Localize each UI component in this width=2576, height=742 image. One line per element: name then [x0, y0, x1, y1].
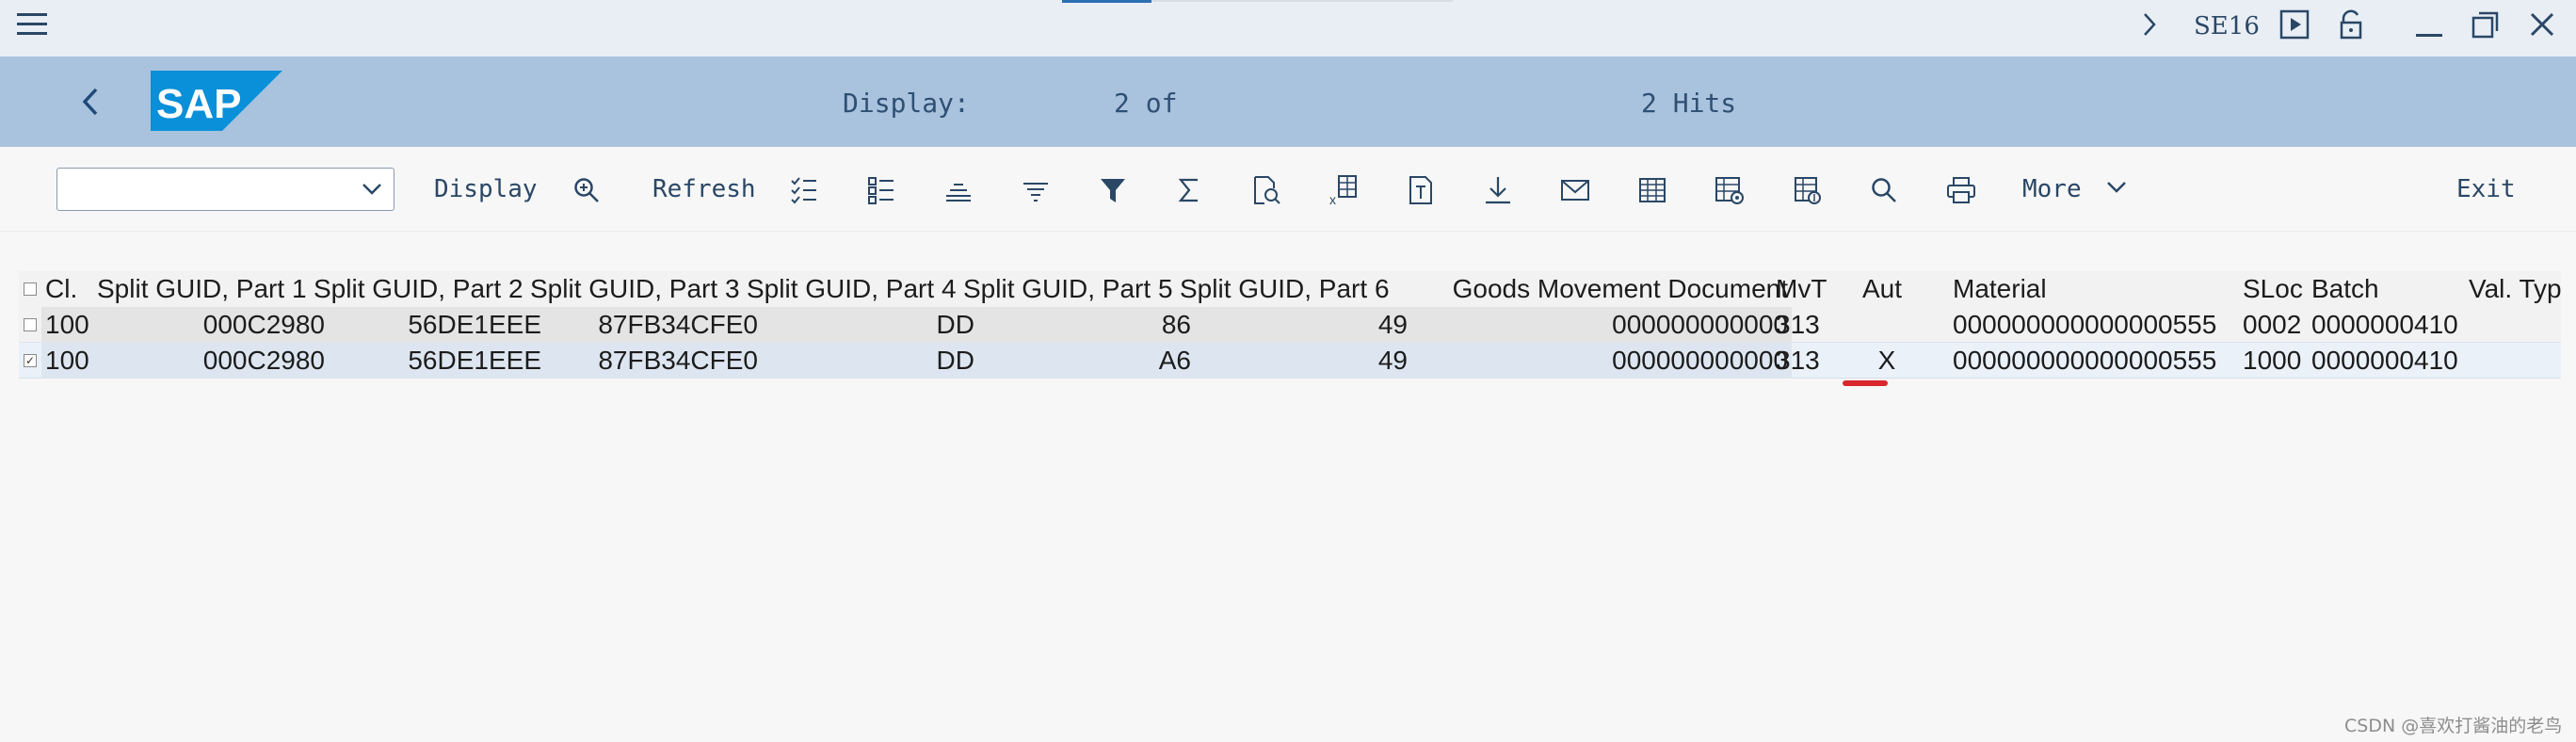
table-cell: 000000000000000555	[1953, 346, 2217, 375]
column-header[interactable]: Split GUID, Part 4	[743, 271, 986, 307]
table-config-icon[interactable]	[1788, 171, 1826, 209]
excel-export-icon[interactable]: x	[1325, 171, 1362, 209]
chevron-right-icon[interactable]	[2133, 6, 2166, 43]
table-cell: DD	[762, 307, 978, 343]
table-cell: 86	[978, 307, 1195, 343]
table-cell: 100	[41, 307, 112, 343]
system-bar: SE16	[0, 0, 2576, 56]
column-header[interactable]: Batch	[2308, 271, 2421, 307]
table-settings-icon[interactable]	[1711, 171, 1748, 209]
print-preview-icon[interactable]	[1248, 171, 1285, 209]
table-cell: 1000	[2243, 346, 2302, 375]
svg-text:x: x	[1329, 192, 1336, 206]
column-header[interactable]: Val. Typ	[2465, 271, 2561, 307]
table-cell-auth-flag: X	[1877, 346, 1896, 375]
row-select-checkbox[interactable]	[24, 318, 37, 331]
table-cell: 000000000000	[1411, 307, 1792, 343]
table-cell: 0002	[2243, 310, 2302, 339]
minimize-icon[interactable]	[2410, 6, 2448, 43]
table-cell: 0000000410	[2311, 310, 2458, 339]
column-header[interactable]: Split GUID, Part 1	[93, 271, 336, 307]
table-cell: A6	[978, 343, 1195, 379]
table-cell	[2465, 343, 2561, 379]
chevron-down-icon	[360, 176, 384, 205]
table-cell: 000000000000	[1411, 343, 1792, 379]
watermark: CSDN @喜欢打酱油的老鸟	[2344, 716, 2563, 736]
display-zoom-icon[interactable]	[568, 171, 605, 209]
red-underline-annotation	[1843, 380, 1888, 386]
layout-select[interactable]	[56, 168, 394, 211]
table-cell	[1859, 307, 1915, 343]
check-list-icon[interactable]	[785, 171, 823, 209]
more-button[interactable]: More	[2022, 170, 2128, 208]
table-cell: 56DE1EEE	[329, 343, 545, 379]
table-cell: 313	[1776, 310, 1820, 339]
table-cell: 313	[1776, 346, 1820, 375]
display-label: Display:	[843, 88, 970, 119]
search-icon[interactable]	[1865, 171, 1903, 209]
refresh-button[interactable]: Refresh	[652, 170, 756, 208]
tab-strip	[1151, 0, 1453, 2]
more-label: More	[2022, 175, 2082, 203]
chevron-down-icon	[2105, 171, 2128, 209]
column-header[interactable]: Goods Movement Document	[1393, 271, 1792, 307]
column-header[interactable]: Split GUID, Part 6	[1176, 271, 1419, 307]
download-icon[interactable]	[1479, 171, 1517, 209]
table-cell: DD	[762, 343, 978, 379]
restore-icon[interactable]	[2467, 6, 2504, 43]
table-cell: 000C2980	[112, 343, 329, 379]
table-cell: 87FB34CFE0	[545, 343, 762, 379]
align-center-icon[interactable]	[940, 171, 977, 209]
table-cell: 49	[1195, 307, 1411, 343]
table-cell: 87FB34CFE0	[545, 307, 762, 343]
select-all-checkbox[interactable]	[24, 282, 37, 296]
filter-icon[interactable]	[1094, 171, 1132, 209]
display-button[interactable]: Display	[434, 170, 538, 208]
close-icon[interactable]	[2523, 6, 2561, 43]
column-header[interactable]: Aut	[1859, 271, 1934, 307]
table-cell	[2465, 307, 2561, 343]
sum-icon[interactable]	[1170, 171, 1208, 209]
table-row[interactable]: 100 000C2980 56DE1EEE 87FB34CFE0 DD 86 4…	[19, 307, 2561, 343]
hits-label: 2 Hits	[1641, 88, 1737, 119]
chevron-left-icon[interactable]	[72, 83, 109, 121]
table-icon[interactable]	[1634, 171, 1671, 209]
sap-logo: SAP	[151, 71, 282, 131]
column-header[interactable]: MvT	[1772, 271, 1847, 307]
transaction-code-field[interactable]: SE16	[2194, 8, 2260, 45]
column-header[interactable]: SLoc	[2239, 271, 2314, 307]
column-header[interactable]: Split GUID, Part 2	[310, 271, 553, 307]
email-icon[interactable]	[1556, 171, 1594, 209]
text-document-icon[interactable]	[1402, 171, 1440, 209]
sort-lines-icon[interactable]	[1017, 171, 1055, 209]
column-header[interactable]: Split GUID, Part 5	[959, 271, 1202, 307]
title-bar: SAP Display: 2 of 2 Hits	[0, 56, 2576, 147]
table-cell: 000000000000000555	[1953, 310, 2217, 339]
row-select-checkbox-checked[interactable]: ✓	[24, 354, 37, 367]
exit-button[interactable]: Exit	[2456, 170, 2516, 208]
unlock-icon[interactable]	[2332, 6, 2370, 43]
detail-list-icon[interactable]	[862, 171, 900, 209]
display-count: 2 of	[1114, 88, 1178, 119]
table-cell: 100	[41, 343, 112, 379]
active-tab-indicator	[1062, 0, 1151, 3]
table-cell: 0000000410	[2311, 346, 2458, 375]
table-cell: 49	[1195, 343, 1411, 379]
table-cell: 000C2980	[112, 307, 329, 343]
printer-icon[interactable]	[1942, 171, 1980, 209]
application-toolbar: Display Refresh x More Exit	[0, 147, 2576, 232]
column-header[interactable]: Split GUID, Part 3	[526, 271, 769, 307]
svg-text:SAP: SAP	[156, 81, 241, 127]
table-header-row: Cl. Split GUID, Part 1 Split GUID, Part …	[19, 271, 2561, 307]
play-icon[interactable]	[2276, 6, 2313, 43]
table-cell: 56DE1EEE	[329, 307, 545, 343]
column-header[interactable]: Material	[1949, 271, 2231, 307]
hamburger-menu-icon[interactable]	[13, 6, 51, 43]
table-row-selected[interactable]: ✓ 100 000C2980 56DE1EEE 87FB34CFE0 DD A6…	[19, 343, 2561, 379]
